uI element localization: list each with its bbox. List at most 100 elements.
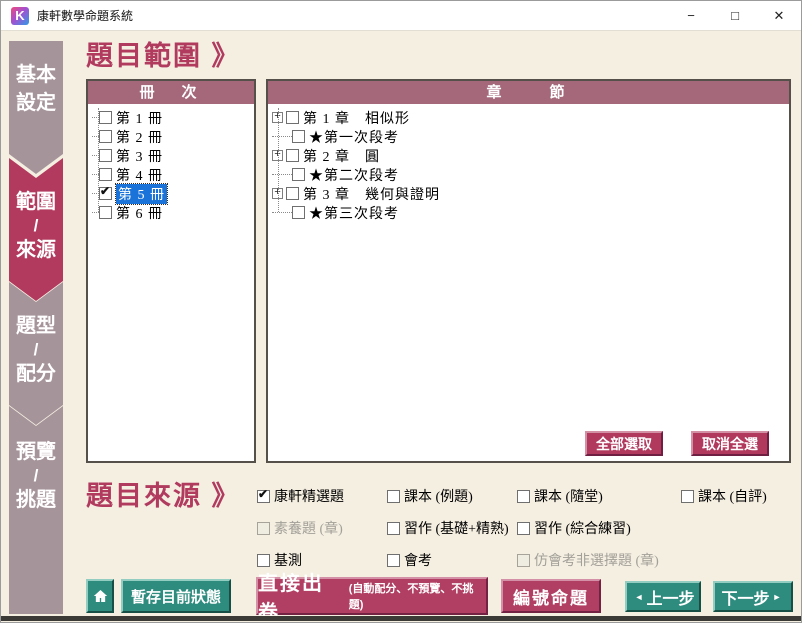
checkbox[interactable] bbox=[286, 149, 299, 162]
checkbox[interactable] bbox=[286, 187, 299, 200]
tab-label: 預覽 bbox=[9, 438, 63, 466]
source-option-textbook-class[interactable]: 課本 (隨堂) bbox=[517, 486, 681, 506]
exam-label[interactable]: ★第三次段考 bbox=[309, 203, 399, 223]
volume-row-2[interactable]: 第 2 冊 bbox=[88, 127, 254, 146]
checkbox[interactable] bbox=[517, 522, 530, 535]
source-option-workbook-综合[interactable]: 習作 (綜合練習) bbox=[517, 518, 681, 538]
volume-row-1[interactable]: 第 1 冊 bbox=[88, 108, 254, 127]
next-step-button[interactable]: 下一步 ► bbox=[713, 581, 793, 612]
tab-label: 配分 bbox=[9, 360, 63, 388]
numbered-question-button[interactable]: 編號命題 bbox=[501, 579, 601, 613]
checkbox[interactable] bbox=[99, 111, 112, 124]
checkbox[interactable] bbox=[99, 206, 112, 219]
check-icon: ✔ bbox=[100, 185, 110, 198]
window-controls: − □ ✕ bbox=[669, 1, 801, 30]
option-label: 課本 (隨堂) bbox=[534, 486, 603, 506]
source-option-capexam[interactable]: 會考 bbox=[387, 550, 517, 570]
checkbox[interactable] bbox=[257, 554, 270, 567]
source-section-title: 題目來源 》 bbox=[86, 474, 241, 513]
exam-row-1[interactable]: ★第一次段考 bbox=[268, 127, 789, 146]
checkbox-checked[interactable]: ✔ bbox=[99, 187, 112, 200]
title-bar: K 康軒數學命題系統 − □ ✕ bbox=[1, 1, 801, 31]
checkbox[interactable] bbox=[99, 149, 112, 162]
direct-generate-button[interactable]: 直接出卷 (自動配分、不預覽、不挑題) bbox=[256, 577, 488, 615]
checkbox[interactable] bbox=[99, 130, 112, 143]
app-logo-icon: K bbox=[11, 7, 29, 25]
chapter-panel: 章 節 + 第 1 章 相似形 ★第一次段考 + 第 2 章 圓 ★第二 bbox=[266, 79, 791, 463]
volume-row-5[interactable]: ✔ 第 5 冊 bbox=[88, 184, 254, 203]
volume-panel-header: 冊 次 bbox=[88, 81, 254, 104]
close-button[interactable]: ✕ bbox=[757, 1, 801, 30]
option-label: 會考 bbox=[404, 550, 432, 570]
source-options: ✔ 康軒精選題 課本 (例題) 課本 (隨堂) 課本 (自評) 素養題 (章) bbox=[257, 480, 801, 576]
exam-label[interactable]: ★第一次段考 bbox=[309, 127, 399, 147]
previous-step-button[interactable]: ◄ 上一步 bbox=[625, 581, 701, 612]
tree-connector bbox=[92, 212, 99, 213]
scope-section-title: 題目範圍 》 bbox=[86, 34, 241, 73]
next-step-label: 下一步 bbox=[722, 585, 770, 609]
checkbox[interactable] bbox=[99, 168, 112, 181]
checkbox[interactable] bbox=[292, 206, 305, 219]
minimize-button[interactable]: − bbox=[669, 1, 713, 30]
tab-question-type-score[interactable]: 題型 / 配分 bbox=[9, 282, 63, 425]
tree-connector bbox=[272, 174, 292, 175]
chapter-row-1[interactable]: + 第 1 章 相似形 bbox=[268, 108, 789, 127]
source-option-literacy: 素養題 (章) bbox=[257, 518, 387, 538]
chapter-label[interactable]: 第 3 章 幾何與證明 bbox=[303, 184, 440, 204]
checkbox-checked[interactable]: ✔ bbox=[257, 490, 270, 503]
save-current-state-button[interactable]: 暫存目前狀態 bbox=[121, 579, 231, 613]
home-icon bbox=[92, 588, 109, 604]
volume-label[interactable]: 第 6 冊 bbox=[116, 203, 163, 223]
home-button[interactable] bbox=[86, 579, 114, 613]
chapter-label[interactable]: 第 1 章 相似形 bbox=[303, 108, 410, 128]
tab-label: / bbox=[9, 340, 63, 360]
source-option-kangxuan[interactable]: ✔ 康軒精選題 bbox=[257, 486, 387, 506]
volume-row-3[interactable]: 第 3 冊 bbox=[88, 146, 254, 165]
left-arrow-icon: ◄ bbox=[635, 592, 644, 602]
source-row-2: 素養題 (章) 習作 (基礎+精熟) 習作 (綜合練習) bbox=[257, 512, 801, 544]
volume-label-selected[interactable]: 第 5 冊 bbox=[116, 184, 167, 204]
checkbox[interactable] bbox=[387, 522, 400, 535]
volume-label[interactable]: 第 1 冊 bbox=[116, 108, 163, 128]
source-option-textbook-example[interactable]: 課本 (例題) bbox=[387, 486, 517, 506]
source-row-1: ✔ 康軒精選題 課本 (例題) 課本 (隨堂) 課本 (自評) bbox=[257, 480, 801, 512]
window-bottom-edge bbox=[1, 616, 801, 621]
maximize-button[interactable]: □ bbox=[713, 1, 757, 30]
tab-basic-settings[interactable]: 基本 設定 bbox=[9, 41, 63, 174]
deselect-all-button[interactable]: 取消全選 bbox=[691, 431, 769, 456]
chapter-row-3[interactable]: + 第 3 章 幾何與證明 bbox=[268, 184, 789, 203]
exam-row-3[interactable]: ★第三次段考 bbox=[268, 203, 789, 222]
volume-label[interactable]: 第 4 冊 bbox=[116, 165, 163, 185]
source-option-workbook-basic[interactable]: 習作 (基礎+精熟) bbox=[387, 518, 517, 538]
option-label: 習作 (綜合練習) bbox=[534, 518, 631, 538]
tab-preview-pick[interactable]: 預覽 / 挑題 bbox=[9, 406, 63, 614]
volume-label[interactable]: 第 3 冊 bbox=[116, 146, 163, 166]
option-label: 課本 (自評) bbox=[698, 486, 767, 506]
checkbox[interactable] bbox=[292, 130, 305, 143]
checkbox[interactable] bbox=[286, 111, 299, 124]
checkbox[interactable] bbox=[387, 490, 400, 503]
exam-row-2[interactable]: ★第二次段考 bbox=[268, 165, 789, 184]
option-label: 課本 (例題) bbox=[404, 486, 473, 506]
checkbox[interactable] bbox=[681, 490, 694, 503]
tab-scope-source[interactable]: 範圍 / 來源 bbox=[9, 158, 63, 301]
checkbox[interactable] bbox=[387, 554, 400, 567]
volume-row-4[interactable]: 第 4 冊 bbox=[88, 165, 254, 184]
option-label: 習作 (基礎+精熟) bbox=[404, 518, 509, 538]
select-all-button[interactable]: 全部選取 bbox=[585, 431, 663, 456]
window-title: 康軒數學命題系統 bbox=[37, 7, 133, 24]
checkbox[interactable] bbox=[517, 490, 530, 503]
volume-row-6[interactable]: 第 6 冊 bbox=[88, 203, 254, 222]
chapter-row-2[interactable]: + 第 2 章 圓 bbox=[268, 146, 789, 165]
chapter-label[interactable]: 第 2 章 圓 bbox=[303, 146, 380, 166]
tab-label: 範圍 bbox=[9, 188, 63, 216]
source-option-textbook-self[interactable]: 課本 (自評) bbox=[681, 486, 801, 506]
option-label-disabled: 仿會考非選擇題 (章) bbox=[534, 550, 659, 570]
app-window: K 康軒數學命題系統 − □ ✕ 基本 設定 範圍 / 來源 題型 / 配分 預… bbox=[0, 0, 802, 623]
tree-connector bbox=[272, 212, 292, 213]
tree-rail bbox=[278, 108, 279, 212]
volume-label[interactable]: 第 2 冊 bbox=[116, 127, 163, 147]
volume-panel: 冊 次 第 1 冊 第 2 冊 第 3 冊 第 4 冊 bbox=[86, 79, 256, 463]
exam-label[interactable]: ★第二次段考 bbox=[309, 165, 399, 185]
checkbox[interactable] bbox=[292, 168, 305, 181]
